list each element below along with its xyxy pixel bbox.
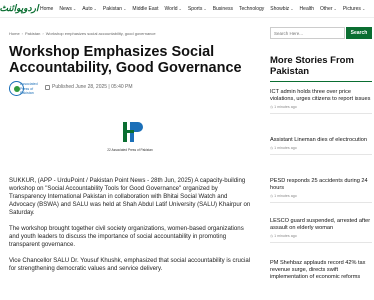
chevron-down-icon: ⌄ [123,6,127,11]
story-item[interactable]: PM Shehbaz applauds record 42% tax reven… [270,260,372,281]
publish-date: Published June 28, 2025 | 05:40 PM [52,84,133,90]
nav-item-news[interactable]: News ⌄ [56,6,79,12]
sidebar: Search More Stories From Pakistan ICT ad… [270,18,374,300]
main-nav: Home News ⌄ Auto ⌄ Pakistan ⌄ Middle East W… [37,6,368,12]
divider [270,154,372,155]
story-headline[interactable]: PESD responds 25 accidents during 24 hou… [270,178,372,192]
chevron-down-icon: ⌄ [178,6,182,11]
search-button[interactable]: Search [346,27,372,39]
chevron-down-icon: ⌄ [333,6,337,11]
story-headline[interactable]: Assistant Lineman dies of electrocution [270,137,372,144]
article-title: Workshop Emphasizes Social Accountabilit… [9,44,242,76]
nav-item-other[interactable]: Other ⌄ [317,6,340,12]
clock-icon: ◷ [270,234,274,238]
story-item[interactable]: PESD responds 25 accidents during 24 hou… [270,178,372,203]
publish-info: Published June 28, 2025 | 05:40 PM [45,84,133,90]
search-input[interactable] [270,27,345,39]
breadcrumb: Home › Pakistan › Workshop emphasizes social… [9,31,156,36]
nav-item-showbiz[interactable]: Showbiz ⌄ [267,6,296,12]
nav-item-business[interactable]: Business [210,6,236,12]
story-time: ◷ 1 minutes ago [270,146,297,150]
breadcrumb-pakistan[interactable]: Pakistan [25,31,40,36]
clock-icon: ◷ [270,105,274,109]
sidebar-heading-underline [270,81,372,82]
nav-item-technology[interactable]: Technology [236,6,267,12]
breadcrumb-separator: › [42,31,44,36]
nav-item-world[interactable]: World ⌄ [162,6,185,12]
clock-icon: ◷ [270,194,274,198]
nav-item-sports[interactable]: Sports ⌄ [185,6,210,12]
chevron-down-icon: ⌄ [72,6,77,11]
story-item[interactable]: LESCO guard suspended, arrested after as… [270,218,372,243]
divider [270,202,372,203]
article-body: SUKKUR, (APP - UrduPoint / Pakistan Poin… [9,177,254,281]
story-headline[interactable]: ICT admin holds three over price violati… [270,89,372,103]
image-caption: 22 Associated Press of Pakistan [107,148,153,152]
nav-item-home[interactable]: Home [37,6,56,12]
article-paragraph: The workshop brought together civil soci… [9,225,244,248]
top-navbar: اردوپوائنٹ Home News ⌄ Auto ⌄ Pakistan ⌄ Mi… [0,0,374,18]
story-item[interactable]: Assistant Lineman dies of electrocution … [270,137,372,155]
article-paragraph: SUKKUR, (APP - UrduPoint / Pakistan Poin… [9,177,251,216]
nav-item-pictures[interactable]: Pictures ⌄ [340,6,368,12]
breadcrumb-separator: › [21,31,24,36]
story-time: ◷ 1 minutes ago [270,105,297,109]
nav-item-pakistan[interactable]: Pakistan ⌄ [100,6,130,12]
article-paragraph: Vice Chancellor SALU Dr. Yousuf Khushk, … [9,257,251,272]
clock-icon: ◷ [270,146,274,150]
chevron-down-icon: ⌄ [290,6,294,11]
story-headline[interactable]: LESCO guard suspended, arrested after as… [270,218,372,232]
nav-item-health[interactable]: Health [297,6,317,12]
breadcrumb-home[interactable]: Home [9,31,20,36]
article-column: Home › Pakistan › Workshop emphasizes social… [0,18,258,300]
site-logo[interactable]: اردوپوائنٹ [0,2,38,16]
nav-item-auto[interactable]: Auto ⌄ [79,6,100,12]
chevron-down-icon: ⌄ [361,6,366,11]
breadcrumb-current: Workshop emphasizes social accountabilit… [45,31,156,36]
app-logo-image [123,122,143,142]
article-image: 22 Associated Press of Pakistan [100,114,160,162]
sidebar-search: Search [270,27,372,39]
story-headline[interactable]: PM Shehbaz applauds record 42% tax reven… [270,260,372,281]
chevron-down-icon: ⌄ [93,6,97,11]
sidebar-heading: More Stories From Pakistan [270,55,354,77]
chevron-down-icon: ⌄ [203,6,207,11]
story-item[interactable]: ICT admin holds three over price violati… [270,89,372,114]
story-time: ◷ 1 minutes ago [270,194,297,198]
divider [270,242,372,243]
site-logo-text: اردوپوائنٹ [0,3,39,14]
story-time: ◷ 1 minutes ago [270,234,297,238]
divider [270,113,372,114]
calendar-icon [45,84,50,90]
author-name[interactable]: Associated Press of Pakistan [20,82,42,96]
nav-item-middle-east[interactable]: Middle East [129,6,161,12]
